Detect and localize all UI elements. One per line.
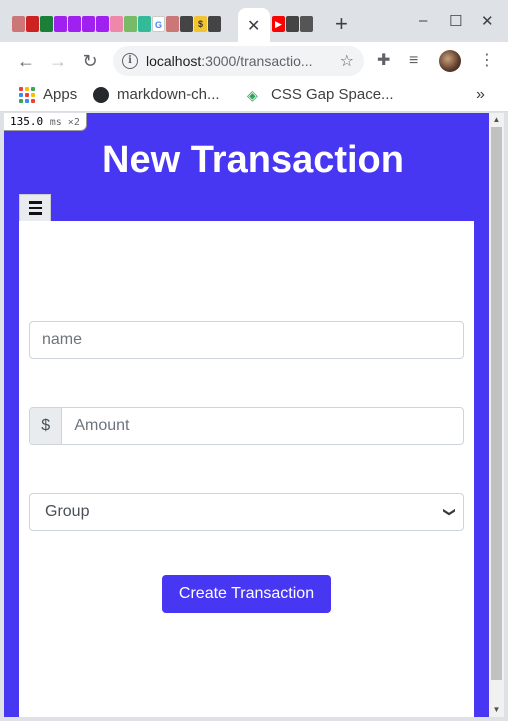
currency-addon: $ xyxy=(30,408,63,444)
tab-favicon[interactable] xyxy=(166,16,179,32)
profile-avatar[interactable] xyxy=(439,50,461,72)
amount-input[interactable] xyxy=(62,408,463,444)
scrollbar-thumb[interactable] xyxy=(491,127,502,680)
bookmarks-overflow-icon[interactable]: » xyxy=(476,86,485,104)
tab-favicon[interactable] xyxy=(180,16,193,32)
tab-favicon[interactable] xyxy=(300,16,313,32)
hamburger-menu-icon[interactable] xyxy=(19,194,51,221)
tab-favicon[interactable] xyxy=(12,16,25,32)
inactive-tabs[interactable]: G $ xyxy=(12,16,221,32)
tab-favicon[interactable] xyxy=(208,16,221,32)
forward-arrow-icon[interactable]: → xyxy=(47,50,69,72)
create-transaction-button[interactable]: Create Transaction xyxy=(162,575,331,613)
amount-input-group[interactable]: $ xyxy=(29,407,464,445)
bookmark-label: markdown-ch... xyxy=(117,86,220,103)
back-arrow-icon[interactable]: ← xyxy=(15,50,37,72)
name-field[interactable] xyxy=(29,321,464,359)
tab-favicon[interactable] xyxy=(138,16,151,32)
tab-favicon[interactable] xyxy=(286,16,299,32)
url-path: :3000/transactio... xyxy=(201,53,313,69)
bookmark-css-gap[interactable]: ◈ CSS Gap Space... xyxy=(247,86,394,103)
close-tab-icon[interactable]: ✕ xyxy=(247,16,260,36)
bookmark-star-icon[interactable]: ☆ xyxy=(340,51,354,71)
scroll-down-icon[interactable]: ▼ xyxy=(489,703,504,717)
site-info-icon[interactable]: i xyxy=(122,53,138,69)
tab-favicon[interactable] xyxy=(40,16,53,32)
tab-favicon[interactable] xyxy=(110,16,123,32)
bookmarks-bar: Apps markdown-ch... ◈ CSS Gap Space... » xyxy=(0,80,508,112)
close-window-icon[interactable]: ✕ xyxy=(481,12,494,30)
tab-favicon[interactable] xyxy=(54,16,67,32)
page-title: New Transaction xyxy=(102,139,404,181)
apps-grid-icon xyxy=(19,86,35,103)
youtube-tab-favicon[interactable]: ▶ xyxy=(272,16,285,32)
media-queue-icon[interactable]: ≡ xyxy=(409,51,418,71)
tab-favicon[interactable] xyxy=(26,16,39,32)
frame-timing-overlay: 135.0 ms ×2 xyxy=(4,113,87,131)
browser-toolbar: ← → ↻ i localhost:3000/transactio... ☆ ✚… xyxy=(0,42,508,80)
url-text[interactable]: localhost:3000/transactio... xyxy=(146,53,313,69)
google-tab-favicon[interactable]: G xyxy=(152,16,165,32)
bookmark-apps[interactable]: Apps xyxy=(19,86,77,103)
inactive-tabs-right[interactable]: ▶ xyxy=(272,16,313,32)
css-gap-icon: ◈ xyxy=(247,86,258,103)
new-tab-button[interactable]: + xyxy=(335,13,348,35)
page-scrollbar[interactable]: ▲ ▼ xyxy=(489,113,504,717)
group-select-value: Group xyxy=(45,503,90,520)
tab-favicon[interactable] xyxy=(68,16,81,32)
transaction-form: $ Group ❯ Create Transaction xyxy=(19,221,474,717)
address-bar[interactable]: i localhost:3000/transactio... ☆ xyxy=(113,46,364,76)
group-select[interactable]: Group ❯ xyxy=(29,493,464,531)
kebab-menu-icon[interactable]: ⋮ xyxy=(479,51,495,71)
bookmark-markdown[interactable]: markdown-ch... xyxy=(93,86,220,103)
scroll-up-icon[interactable]: ▲ xyxy=(489,113,504,127)
minimize-icon[interactable]: – xyxy=(419,12,427,29)
active-tab[interactable]: ✕ xyxy=(238,8,270,42)
tab-favicon[interactable]: $ xyxy=(194,16,207,32)
tab-favicon[interactable] xyxy=(124,16,137,32)
bookmark-label: Apps xyxy=(43,86,78,103)
tab-favicon[interactable] xyxy=(82,16,95,32)
reload-icon[interactable]: ↻ xyxy=(79,50,101,72)
name-input[interactable] xyxy=(30,322,463,358)
bookmark-label: CSS Gap Space... xyxy=(271,86,394,103)
tab-strip: G $ ✕ ▶ + – ☐ ✕ xyxy=(0,0,508,42)
extensions-puzzle-icon[interactable]: ✚ xyxy=(377,51,390,71)
url-host: localhost xyxy=(146,53,202,69)
frame-time-unit: ms ×2 xyxy=(49,117,80,128)
tab-favicon[interactable] xyxy=(96,16,109,32)
maximize-icon[interactable]: ☐ xyxy=(449,12,462,30)
github-icon xyxy=(93,86,109,103)
page-viewport: 135.0 ms ×2 New Transaction $ Group ❯ Cr… xyxy=(4,113,489,717)
frame-time: 135.0 xyxy=(10,115,44,128)
chevron-down-icon: ❯ xyxy=(443,506,457,518)
